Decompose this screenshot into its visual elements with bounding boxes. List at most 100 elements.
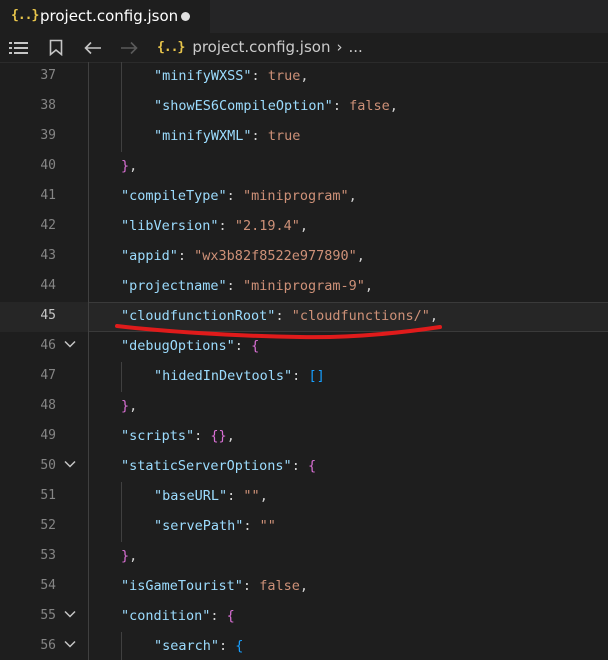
line-number: 42 bbox=[40, 218, 56, 233]
code-token: {} bbox=[210, 428, 227, 444]
code-line[interactable]: 40}, bbox=[0, 152, 608, 182]
code-token: : bbox=[227, 488, 244, 504]
code-line[interactable]: 49 "scripts": {}, bbox=[0, 422, 608, 452]
indent-guide bbox=[88, 242, 89, 272]
code-token: "minifyWXSS" bbox=[154, 68, 252, 84]
code-line[interactable]: 52 "servePath": "" bbox=[0, 512, 608, 542]
code-token: "baseURL" bbox=[154, 488, 228, 504]
back-arrow-icon[interactable] bbox=[82, 33, 104, 62]
code-token: : bbox=[251, 128, 268, 144]
code-token: , bbox=[348, 188, 357, 204]
code-line[interactable]: 50 "staticServerOptions": { bbox=[0, 452, 608, 482]
code-token: , bbox=[389, 98, 398, 114]
code-token: } bbox=[121, 158, 130, 174]
code-line[interactable]: 46 "debugOptions": { bbox=[0, 332, 608, 362]
code-token: : bbox=[226, 278, 243, 294]
code-token: false bbox=[349, 98, 390, 114]
code-line[interactable]: 38 "showES6CompileOption": false, bbox=[0, 92, 608, 122]
indent-guide bbox=[121, 92, 122, 122]
code-line[interactable]: 56 "search": { bbox=[0, 632, 608, 660]
code-token: "miniprogram" bbox=[242, 188, 349, 204]
json-file-icon: {..} bbox=[11, 8, 39, 23]
unsaved-dot-icon[interactable] bbox=[181, 12, 190, 21]
code-line[interactable]: 42 "libVersion": "2.19.4", bbox=[0, 212, 608, 242]
code-token: true bbox=[267, 68, 301, 84]
code-token: "cloudfunctionRoot" bbox=[121, 308, 276, 324]
line-number: 48 bbox=[40, 398, 56, 413]
line-number: 41 bbox=[40, 188, 56, 203]
code-text: "appid": "wx3b82f8522e977890", bbox=[121, 248, 365, 264]
fold-chevron-icon[interactable] bbox=[63, 457, 77, 475]
breadcrumb-file[interactable]: project.config.json bbox=[192, 38, 330, 56]
code-text: "hidedInDevtools": [] bbox=[154, 368, 325, 384]
code-token: : bbox=[210, 608, 227, 624]
breadcrumb-more[interactable]: ... bbox=[348, 38, 362, 56]
editor-toolbar: {..} project.config.json › ... bbox=[0, 33, 608, 63]
code-text: "servePath": "" bbox=[154, 518, 276, 534]
code-token: , bbox=[129, 158, 138, 174]
indent-guide bbox=[88, 152, 89, 182]
code-line[interactable]: 53}, bbox=[0, 542, 608, 572]
code-token: "isGameTourist" bbox=[121, 578, 243, 594]
code-line[interactable]: 54 "isGameTourist": false, bbox=[0, 572, 608, 602]
code-token: : bbox=[292, 368, 309, 384]
code-line[interactable]: 43 "appid": "wx3b82f8522e977890", bbox=[0, 242, 608, 272]
code-token: : bbox=[219, 638, 236, 654]
code-token: "cloudfunctions/" bbox=[291, 308, 430, 324]
code-token: : bbox=[218, 218, 235, 234]
fold-chevron-icon[interactable] bbox=[63, 337, 77, 355]
code-token: "libVersion" bbox=[121, 218, 219, 234]
code-token: "condition" bbox=[121, 608, 211, 624]
indent-guide bbox=[88, 272, 89, 302]
indent-guide bbox=[88, 602, 89, 632]
tab-title: project.config.json bbox=[40, 7, 179, 25]
code-token: : bbox=[275, 308, 292, 324]
indent-guide bbox=[88, 482, 89, 512]
fold-chevron-icon[interactable] bbox=[63, 637, 77, 655]
list-icon[interactable] bbox=[7, 33, 31, 62]
code-token: : bbox=[242, 578, 260, 594]
code-line[interactable]: 55 "condition": { bbox=[0, 602, 608, 632]
indent-guide bbox=[88, 392, 89, 422]
code-token: false bbox=[259, 578, 300, 594]
code-token: : bbox=[332, 98, 350, 114]
code-line[interactable]: 39 "minifyWXML": true bbox=[0, 122, 608, 152]
code-line[interactable]: 47 "hidedInDevtools": [] bbox=[0, 362, 608, 392]
line-number: 40 bbox=[40, 158, 56, 173]
code-line[interactable]: 37 "minifyWXSS": true, bbox=[0, 62, 608, 92]
code-token: , bbox=[129, 548, 138, 564]
forward-arrow-icon[interactable] bbox=[118, 33, 140, 62]
code-text: "libVersion": "2.19.4", bbox=[121, 218, 308, 234]
indent-guide bbox=[88, 302, 89, 332]
indent-guide bbox=[88, 62, 89, 92]
code-text: "scripts": {}, bbox=[121, 428, 235, 444]
code-line[interactable]: 41 "compileType": "miniprogram", bbox=[0, 182, 608, 212]
line-number: 45 bbox=[40, 308, 56, 323]
indent-guide bbox=[121, 632, 122, 660]
code-line[interactable]: 48}, bbox=[0, 392, 608, 422]
code-text: }, bbox=[121, 158, 137, 174]
code-line[interactable]: 44 "projectname": "miniprogram-9", bbox=[0, 272, 608, 302]
code-text: "baseURL": "", bbox=[154, 488, 268, 504]
line-number: 49 bbox=[40, 428, 56, 443]
code-editor[interactable]: 37 "minifyWXSS": true, 38 "showES6CompileOp… bbox=[0, 62, 608, 660]
code-text: }, bbox=[121, 548, 137, 564]
indent-guide bbox=[88, 362, 89, 392]
fold-chevron-icon[interactable] bbox=[63, 607, 77, 625]
code-line[interactable]: 45 "cloudfunctionRoot": "cloudfunctions/"… bbox=[0, 302, 608, 332]
code-line[interactable]: 51 "baseURL": "", bbox=[0, 482, 608, 512]
code-token: [] bbox=[308, 368, 325, 384]
tab-project-config[interactable]: {..} project.config.json bbox=[0, 0, 210, 33]
code-token: "showES6CompileOption" bbox=[154, 98, 333, 114]
line-number: 39 bbox=[40, 128, 56, 143]
bookmark-icon[interactable] bbox=[45, 33, 67, 62]
code-token: : bbox=[243, 518, 260, 534]
code-token: } bbox=[121, 548, 130, 564]
code-token: , bbox=[299, 578, 308, 594]
code-token: , bbox=[259, 488, 268, 504]
code-token: "servePath" bbox=[154, 518, 244, 534]
code-token: "" bbox=[259, 518, 276, 534]
code-token: : bbox=[234, 338, 252, 354]
indent-guide bbox=[88, 212, 89, 242]
code-token: { bbox=[251, 338, 260, 354]
